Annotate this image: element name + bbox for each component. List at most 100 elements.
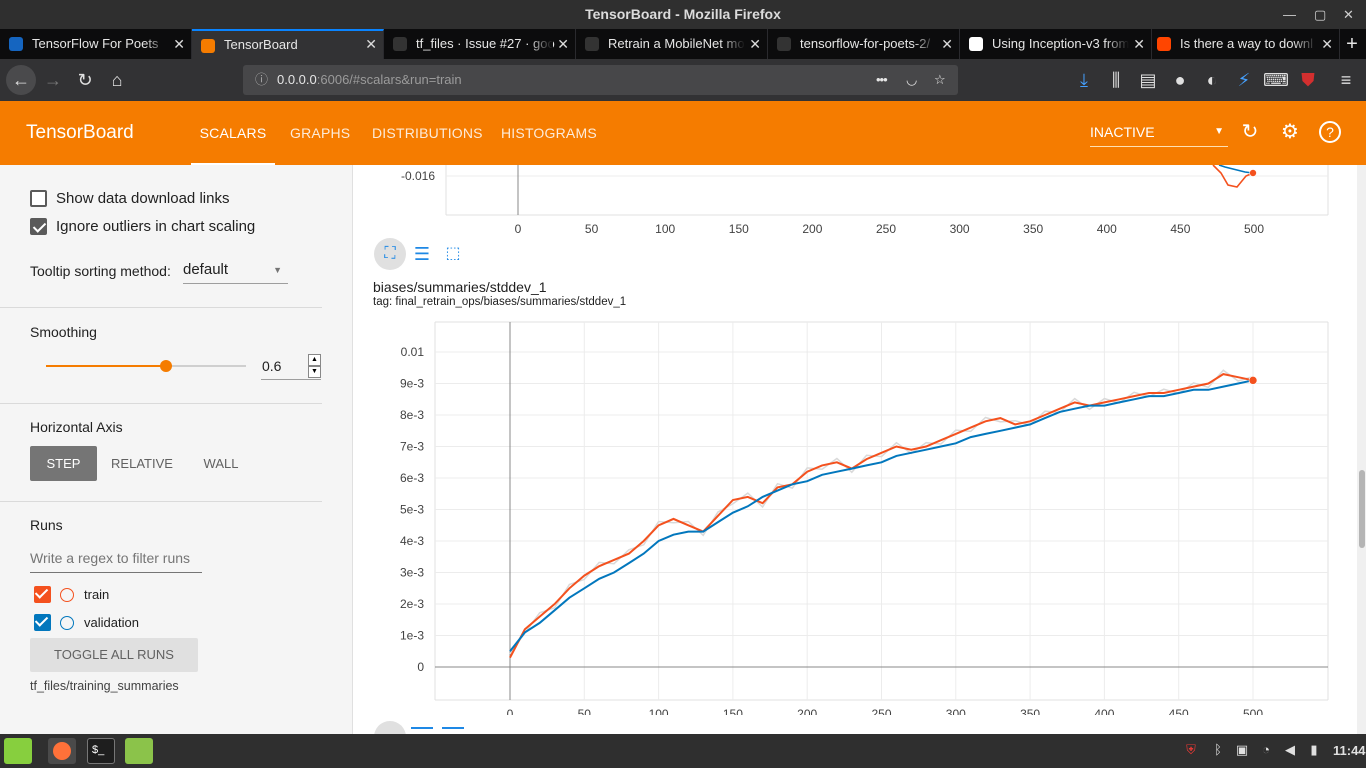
tab-close-icon[interactable]: ✕ [1321, 29, 1333, 59]
x-tick-label: 100 [655, 222, 675, 236]
hamburger-menu-icon[interactable]: ≡ [1331, 65, 1361, 95]
library-icon[interactable]: ⫼ [1101, 65, 1131, 95]
ublock-icon[interactable]: ⛊ [1293, 65, 1323, 95]
stepper-down-icon[interactable]: ▼ [308, 366, 321, 378]
minimize-icon[interactable]: — [1283, 0, 1296, 29]
clipboard-icon[interactable]: ▣ [1234, 742, 1250, 758]
close-window-icon[interactable]: ✕ [1343, 0, 1354, 29]
volume-icon[interactable]: ◀ [1282, 742, 1298, 758]
run-status-value: INACTIVE [1090, 124, 1155, 140]
stepper-up-icon[interactable]: ▲ [308, 354, 321, 366]
wifi-icon[interactable]: ◔ [1258, 742, 1274, 758]
forward-arrow-icon[interactable]: → [38, 65, 68, 95]
download-links-checkbox[interactable] [30, 190, 47, 207]
browser-tab[interactable]: Is there a way to downl ✕ [1148, 29, 1340, 59]
flash-icon[interactable]: ⚡ [1229, 65, 1259, 95]
tab-favicon-icon [585, 37, 599, 51]
x-tick-label: 300 [950, 222, 970, 236]
download-icon[interactable]: ⤓ [1069, 65, 1099, 95]
tab-close-icon[interactable]: ✕ [173, 29, 185, 59]
x-tick-label: 200 [797, 707, 817, 715]
chart-stddev[interactable]: 0 1e-3 2e-3 3e-3 4e-3 5e-3 6e-3 7e-3 8e-3 9e-3 0.0… [353, 315, 1357, 715]
browser-tab[interactable]: TensorBoard ✕ [192, 29, 384, 59]
tab-histograms[interactable]: HISTOGRAMS [501, 101, 597, 165]
page-scrollbar-thumb[interactable] [1359, 470, 1365, 548]
smoothing-slider[interactable] [46, 360, 246, 372]
ignore-outliers-checkbox[interactable] [30, 218, 47, 235]
terminal-icon[interactable]: $_ [87, 738, 115, 764]
tab-graphs[interactable]: GRAPHS [290, 101, 350, 165]
log-scale-icon[interactable] [411, 727, 433, 733]
tooltip-sorting-label: Tooltip sorting method: [30, 263, 171, 279]
sidebar: Show data download links Ignore outliers… [0, 165, 353, 734]
fit-domain-icon[interactable]: ⬚ [442, 243, 464, 265]
x-tick-label: 250 [871, 707, 891, 715]
tensorboard-header: TensorBoard SCALARS GRAPHS DISTRIBUTIONS… [0, 101, 1366, 165]
tab-favicon-icon [393, 37, 407, 51]
axis-relative-button[interactable]: RELATIVE [104, 446, 180, 481]
bluetooth-icon[interactable]: ᛒ [1210, 742, 1226, 758]
chevron-down-icon: ▼ [273, 265, 282, 275]
fullscreen-icon[interactable]: ⛶ [374, 238, 406, 270]
sync-icon[interactable]: ◐ [1197, 65, 1227, 95]
window-titlebar: TensorBoard - Mozilla Firefox — ▢ ✕ [0, 0, 1366, 29]
axis-wall-button[interactable]: WALL [190, 446, 252, 481]
fullscreen-icon[interactable] [374, 721, 406, 734]
browser-tab[interactable]: TensorFlow For Poets ✕ [0, 29, 192, 59]
tab-close-icon[interactable]: ✕ [557, 29, 569, 59]
home-icon[interactable]: ⌂ [102, 65, 132, 95]
reload-icon[interactable]: ↻ [70, 65, 100, 95]
tab-close-icon[interactable]: ✕ [365, 31, 377, 58]
y-tick-label: -0.016 [401, 169, 435, 183]
bookmark-star-icon[interactable]: ☆ [934, 65, 946, 95]
info-icon[interactable]: ⓘ [255, 65, 268, 95]
run-train-checkbox[interactable] [34, 586, 51, 603]
toggle-all-runs-button[interactable]: TOGGLE ALL RUNS [30, 638, 198, 672]
smoothing-slider-handle[interactable] [160, 360, 172, 372]
browser-tab[interactable]: Using Inception-v3 from ✕ [960, 29, 1152, 59]
tab-close-icon[interactable]: ✕ [1133, 29, 1145, 59]
battery-icon[interactable]: ▮ [1306, 742, 1322, 758]
tooltip-sorting-value: default [183, 261, 229, 278]
run-validation-checkbox[interactable] [34, 614, 51, 631]
run-train-label: train [84, 587, 110, 602]
smoothing-title: Smoothing [30, 324, 97, 340]
firefox-taskbar-icon[interactable] [48, 738, 76, 764]
tab-close-icon[interactable]: ✕ [941, 29, 953, 59]
browser-tab[interactable]: Retrain a MobileNet mo ✕ [576, 29, 768, 59]
sidebar-icon[interactable]: ▤ [1133, 65, 1163, 95]
tooltip-sorting-dropdown[interactable]: default ▼ [183, 257, 288, 284]
axis-step-button[interactable]: STEP [30, 446, 97, 481]
pocket-icon[interactable]: ◡ [906, 65, 917, 95]
browser-tab[interactable]: tensorflow-for-poets-2/ ✕ [768, 29, 960, 59]
fit-domain-icon[interactable] [442, 727, 464, 733]
extension-icon[interactable]: ● [1165, 65, 1195, 95]
y-tick-label: 2e-3 [400, 597, 424, 611]
tab-scalars[interactable]: SCALARS [191, 101, 275, 165]
url-bar[interactable]: ⓘ 0.0.0.0:6006/#scalars&run=train ••• ◡ … [243, 65, 958, 95]
keyboard-icon[interactable]: ⌨ [1261, 65, 1291, 95]
log-scale-icon[interactable]: ☰ [411, 243, 433, 265]
back-arrow-icon[interactable]: ← [6, 65, 36, 95]
runs-filter-input[interactable]: Write a regex to filter runs [30, 548, 202, 573]
download-links-label: Show data download links [56, 190, 230, 207]
run-status-dropdown[interactable]: INACTIVE ▼ [1090, 119, 1228, 147]
maximize-icon[interactable]: ▢ [1314, 0, 1326, 29]
run-validation-label: validation [84, 615, 139, 630]
smoothing-input[interactable]: 0.6 ▲ ▼ [261, 354, 321, 380]
run-train-color-icon [60, 588, 74, 602]
shield-icon[interactable]: ⛨ [1183, 742, 1199, 758]
help-icon[interactable]: ? [1319, 121, 1341, 143]
gear-icon[interactable]: ⚙ [1279, 121, 1301, 143]
tab-distributions[interactable]: DISTRIBUTIONS [372, 101, 483, 165]
refresh-icon[interactable]: ↻ [1239, 121, 1261, 143]
x-tick-label: 250 [876, 222, 896, 236]
tab-close-icon[interactable]: ✕ [749, 29, 761, 59]
browser-tab[interactable]: tf_files · Issue #27 · goo ✕ [384, 29, 576, 59]
page-actions-icon[interactable]: ••• [876, 65, 888, 95]
files-icon[interactable] [125, 738, 153, 764]
new-tab-icon[interactable]: + [1338, 29, 1366, 59]
x-tick-label: 500 [1244, 222, 1264, 236]
mint-menu-icon[interactable] [4, 738, 32, 764]
page-scrollbar[interactable] [1357, 165, 1366, 734]
